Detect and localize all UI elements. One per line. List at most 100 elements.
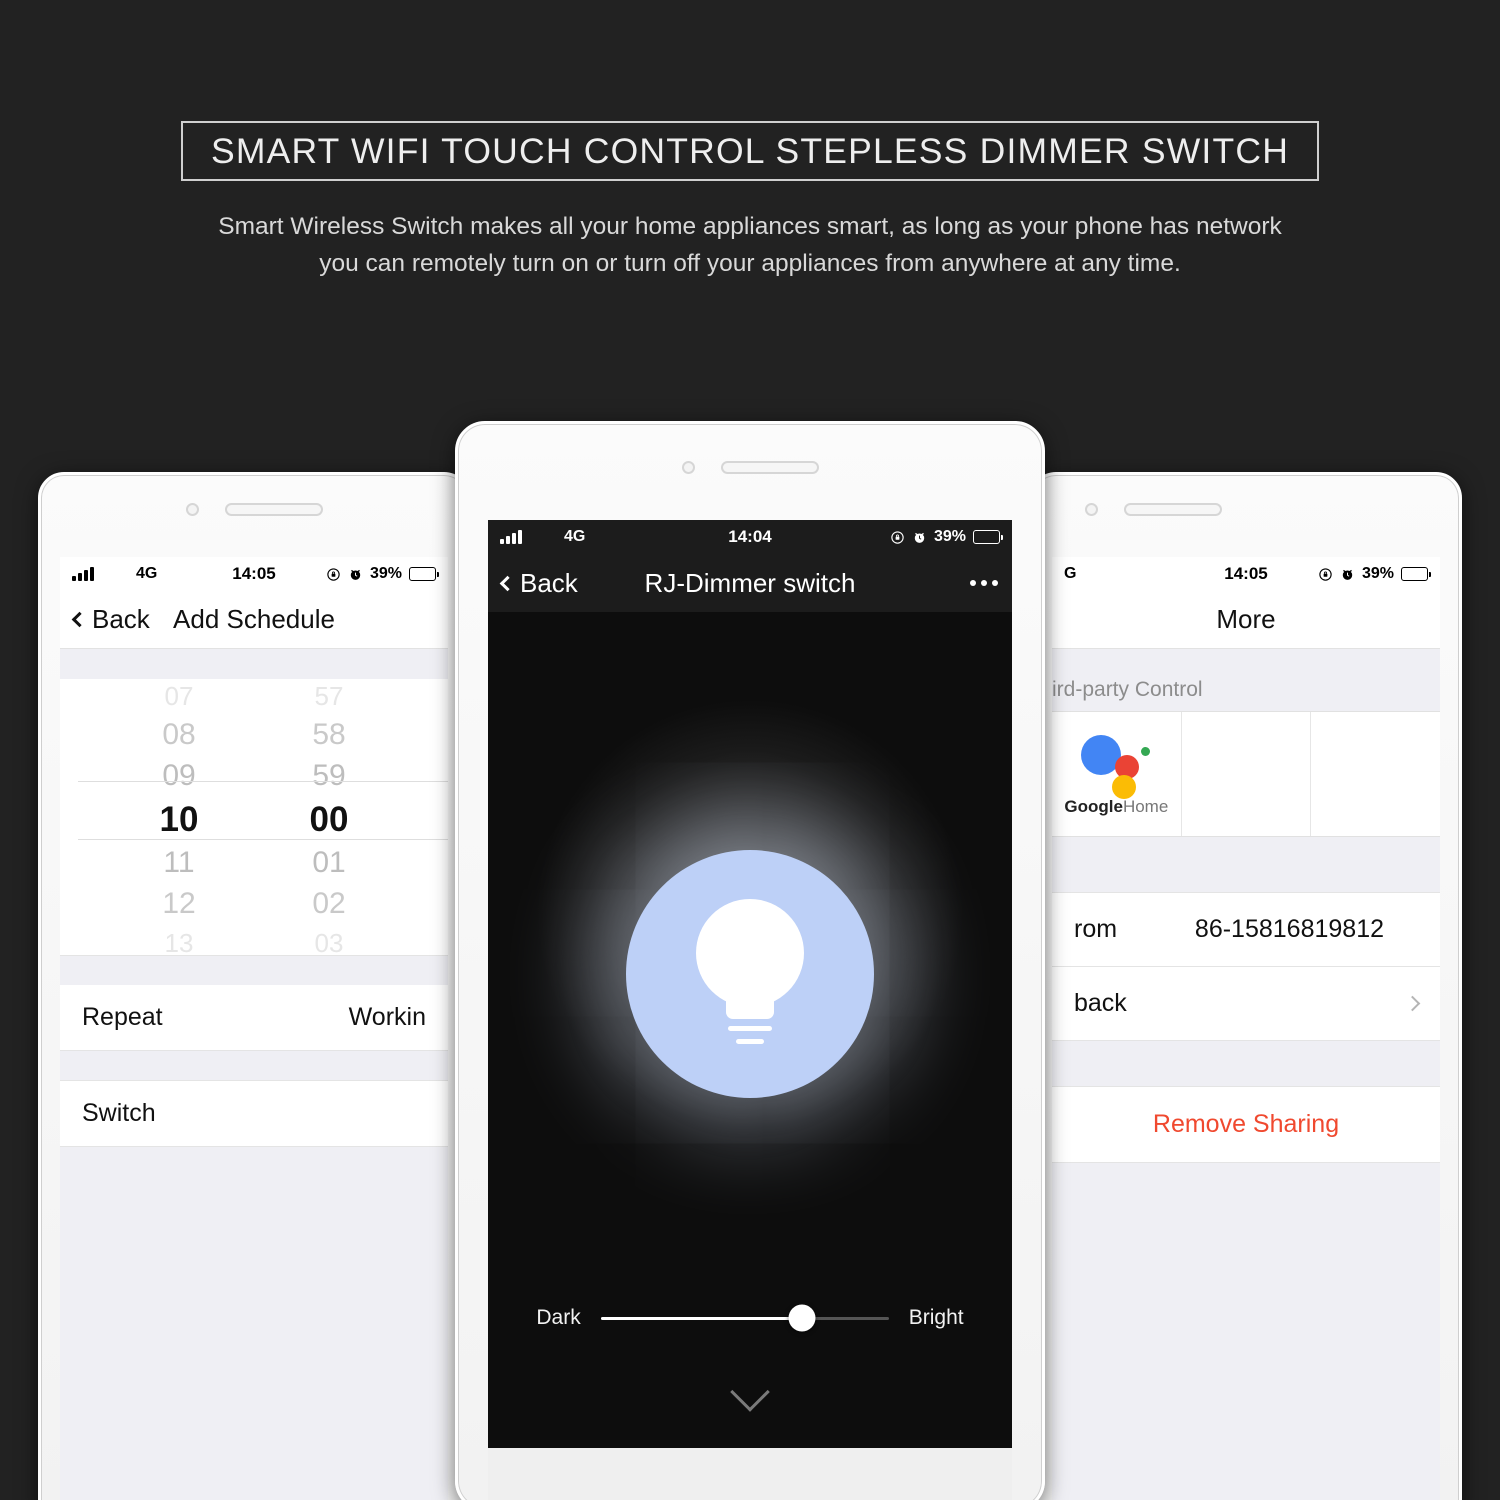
right-nav-bar: More (1052, 591, 1440, 649)
repeat-label: Repeat (82, 1003, 163, 1031)
light-bulb-button[interactable] (626, 850, 874, 1098)
battery-percent-label: 39% (369, 565, 402, 582)
dimmer-control-area: Dark Bright (488, 612, 1012, 1448)
light-bulb-icon (691, 899, 809, 1049)
picker-line-top (78, 781, 448, 782)
rotation-lock-icon (327, 567, 340, 581)
third-party-control-section-label: ird-party Control (1052, 649, 1440, 711)
list-item-shared-from[interactable]: rom 86-15816819812 (1052, 893, 1440, 967)
battery-percent-label: 39% (933, 528, 966, 545)
list-item-switch[interactable]: Switch (60, 1081, 448, 1147)
remove-sharing-label: Remove Sharing (1152, 1110, 1340, 1138)
picker-item-selected[interactable]: 00 (284, 802, 374, 837)
right-phone-bezel-top (1033, 503, 1459, 516)
back-button[interactable]: Back (499, 567, 578, 599)
left-phone-frame: 4G 14:05 39% Back Add Schedule 07 08 09 … (38, 472, 470, 1500)
slider-max-label: Bright (908, 1306, 964, 1329)
left-nav-bar: Back Add Schedule (60, 591, 448, 649)
google-home-label: GoogleHome (1064, 797, 1168, 817)
slider-min-label: Dark (536, 1306, 581, 1329)
left-gap-1 (60, 649, 448, 679)
tile-google-home[interactable]: GoogleHome (1052, 712, 1182, 836)
bulb-circle-background (626, 850, 874, 1098)
front-camera-icon (681, 461, 695, 474)
list-item-repeat[interactable]: Repeat Workin (60, 985, 448, 1051)
picker-item[interactable]: 07 (134, 683, 224, 709)
more-options-icon[interactable] (970, 580, 998, 586)
back-button[interactable]: Back (71, 604, 150, 635)
picker-item-selected[interactable]: 10 (134, 802, 224, 837)
left-gap-2 (60, 955, 448, 985)
picker-item[interactable]: 11 (134, 848, 224, 878)
left-phone-bezel-top (41, 503, 467, 516)
battery-icon (409, 567, 440, 581)
chevron-left-icon (71, 611, 88, 628)
left-gap-bottom (60, 1147, 448, 1500)
brightness-slider-area: Dark Bright (488, 1304, 1012, 1332)
front-camera-icon (185, 503, 199, 516)
feedback-label: back (1074, 989, 1127, 1017)
picker-item[interactable]: 01 (284, 848, 374, 878)
chevron-left-icon (499, 575, 516, 591)
back-button-label: Back (520, 567, 578, 598)
left-gap-3 (60, 1051, 448, 1081)
battery-icon (973, 530, 1004, 544)
right-phone-screen: G 14:05 39% More ird-party Control Googl… (1052, 557, 1440, 1500)
slider-thumb[interactable] (788, 1304, 816, 1332)
tile-empty-2[interactable] (1311, 712, 1440, 836)
earpiece-speaker-icon (720, 461, 819, 474)
google-home-product: Home (1122, 797, 1169, 816)
brightness-slider[interactable] (600, 1304, 889, 1332)
picker-item[interactable]: 57 (284, 683, 374, 709)
picker-item[interactable]: 12 (134, 889, 224, 919)
alarm-clock-icon (1342, 569, 1353, 580)
left-status-right: 39% (326, 565, 440, 583)
third-party-tile-row: GoogleHome (1052, 711, 1440, 837)
tile-empty-1[interactable] (1182, 712, 1312, 836)
picker-item[interactable]: 03 (284, 930, 374, 955)
repeat-value: Workin (348, 1003, 426, 1031)
center-phone-frame: 4G 14:04 39% Back RJ-Dimmer switch Dark … (455, 421, 1045, 1500)
google-home-icon (1079, 731, 1153, 799)
battery-icon (1401, 567, 1432, 581)
collapse-panel-button[interactable] (488, 1372, 1012, 1412)
right-gap-2 (1052, 1041, 1440, 1087)
picker-item[interactable]: 02 (284, 889, 374, 919)
page-subtitle: Smart Wireless Switch makes all your hom… (218, 213, 1282, 277)
earpiece-speaker-icon (1124, 503, 1222, 516)
earpiece-speaker-icon (224, 503, 323, 516)
picker-item[interactable]: 09 (134, 761, 224, 791)
chevron-right-icon (1404, 995, 1421, 1012)
picker-item[interactable]: 08 (134, 720, 224, 750)
list-item-feedback[interactable]: back (1052, 967, 1440, 1041)
picker-item[interactable]: 13 (134, 930, 224, 955)
time-picker[interactable]: 07 08 09 10 11 12 13 57 58 59 00 01 02 0… (60, 679, 448, 955)
right-page-title: More (1216, 604, 1276, 634)
rotation-lock-icon (1319, 567, 1332, 581)
center-phone-bezel-top (458, 461, 1042, 474)
alarm-clock-icon (350, 569, 361, 580)
shared-from-label: rom (1074, 915, 1118, 943)
hero-title-box: SMART WIFI TOUCH CONTROL STEPLESS DIMMER… (181, 121, 1319, 181)
center-home-indicator-area (488, 1448, 1012, 1500)
right-status-right: 39% (1318, 565, 1432, 583)
rotation-lock-icon (891, 530, 904, 544)
picker-item[interactable]: 59 (284, 761, 374, 791)
picker-line-bottom (78, 839, 448, 840)
center-status-bar: 4G 14:04 39% (488, 520, 1012, 554)
front-camera-icon (1085, 503, 1098, 516)
page-root: SMART WIFI TOUCH CONTROL STEPLESS DIMMER… (0, 0, 1500, 1500)
hour-column[interactable]: 07 08 09 10 11 12 13 (134, 683, 224, 955)
center-phone-screen: 4G 14:04 39% Back RJ-Dimmer switch Dark … (488, 520, 1012, 1500)
center-nav-bar: Back RJ-Dimmer switch (488, 554, 1012, 612)
page-title: SMART WIFI TOUCH CONTROL STEPLESS DIMMER… (210, 130, 1290, 171)
center-status-right: 39% (890, 528, 1004, 546)
remove-sharing-button[interactable]: Remove Sharing (1052, 1087, 1440, 1163)
back-button-label: Back (92, 604, 150, 634)
minute-column[interactable]: 57 58 59 00 01 02 03 (284, 683, 374, 955)
right-status-bar: G 14:05 39% (1052, 557, 1440, 591)
alarm-clock-icon (914, 532, 925, 543)
right-gap-1 (1052, 837, 1440, 893)
switch-label: Switch (82, 1099, 156, 1127)
picker-item[interactable]: 58 (284, 720, 374, 750)
